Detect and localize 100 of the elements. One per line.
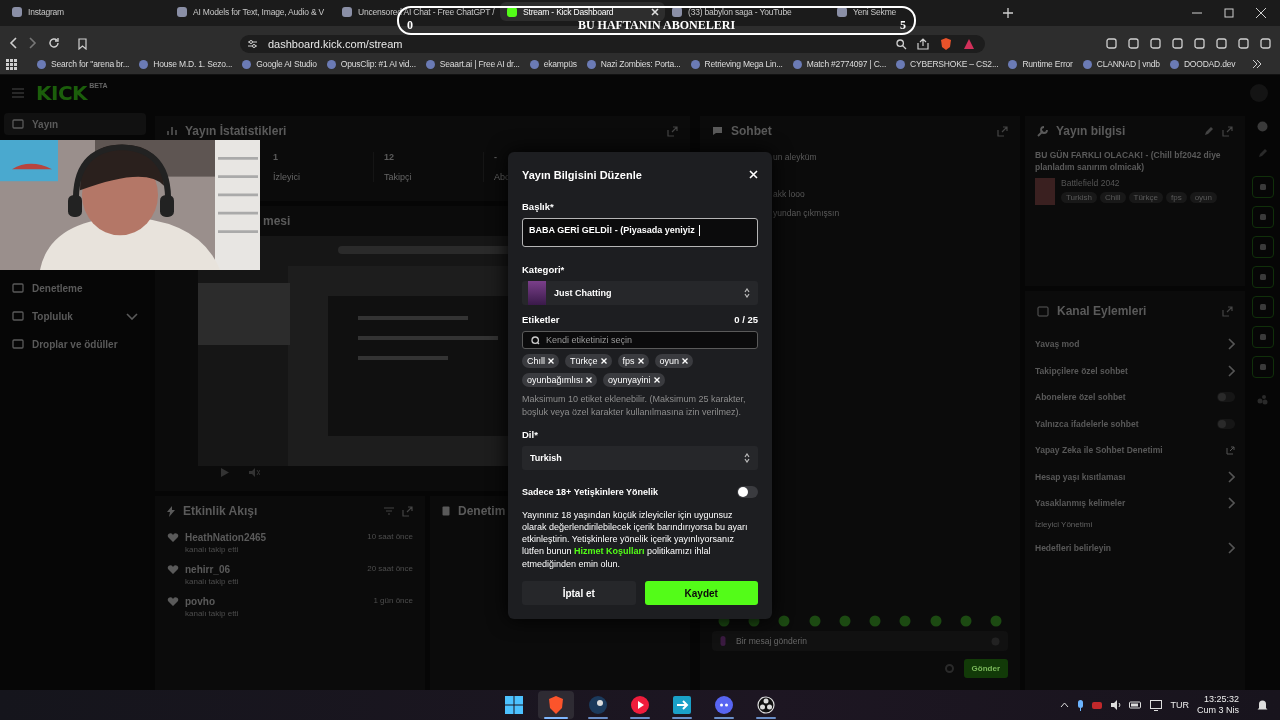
bookmark-link[interactable]: DOODAD.dev [1168, 58, 1236, 70]
panel-title: Yayın İstatistikleri [185, 124, 287, 138]
network-icon[interactable] [1150, 699, 1163, 711]
discord-icon [715, 696, 733, 714]
bookmark-link[interactable]: Seaart.ai | Free AI dr... [424, 58, 520, 70]
browser-tab[interactable]: (33) babylon saga - YouTube [665, 2, 830, 21]
save-button[interactable]: Kaydet [644, 581, 758, 605]
close-icon[interactable] [651, 7, 659, 16]
clock[interactable]: 13:25:32 Cum 3 Nis [1197, 694, 1239, 716]
bookmark-link[interactable]: House M.D. 1. Sezo... [138, 58, 233, 70]
chevron-down-icon[interactable] [126, 312, 138, 320]
notice-text: Yayınınız 18 yaşından küçük izleyiciler için uygunsuz olarak değerlendirilebilecek içerik barındırıyorsa bu ayarı etkinleştirin. Yetişkinlere yönelik içerik yayınlıyorsanız lütfen bunun Hizmet Koşulları politikamızı ihlal etmediğinden emin olun. [522, 508, 749, 570]
chevron-right-icon [1227, 364, 1235, 377]
title-field[interactable]: BABA GERİ GELDİ! - (Piyasada yeniyiz [522, 217, 758, 248]
forward-icon[interactable] [28, 37, 38, 49]
site-icon [528, 58, 540, 70]
category-select[interactable]: Just Chatting [522, 281, 758, 306]
remove-icon[interactable] [586, 376, 593, 383]
site-icon [895, 58, 907, 70]
tag-search-field[interactable]: Kendi etiketinizi seçin [522, 331, 758, 349]
chevron-up-icon[interactable] [1060, 702, 1070, 708]
toggle-switch[interactable] [737, 485, 758, 498]
panel-title: Denetim [458, 504, 506, 518]
bookmark-link[interactable]: Match #2774097 | C... [791, 58, 887, 70]
emote-icon [808, 615, 821, 627]
cancel-button[interactable]: İptal et [522, 581, 636, 605]
reload-icon[interactable] [48, 37, 60, 49]
toggle-switch[interactable] [1217, 392, 1235, 403]
mic-icon [720, 636, 726, 646]
bookmark-link[interactable]: Retrieving Mega Lin... [689, 58, 783, 70]
emote-icon [778, 615, 791, 627]
new-tab-icon[interactable] [1003, 8, 1013, 18]
panel-title: Sohbet [731, 124, 772, 138]
bookmark-link[interactable]: Search for "arena br... [36, 58, 130, 70]
chat-message: yundan çıkmışsın [772, 208, 841, 220]
toggle-switch[interactable] [1217, 418, 1235, 429]
taskbar-app[interactable] [538, 691, 574, 719]
tray-app-icon[interactable] [1092, 700, 1103, 710]
remove-icon[interactable] [682, 357, 689, 364]
tag-chip[interactable]: oyun [654, 353, 694, 368]
apps-grid-icon[interactable] [6, 58, 17, 70]
send-button[interactable]: Gönder [963, 659, 1008, 678]
emote-icon [869, 615, 882, 627]
tag-chip[interactable]: Türkçe [565, 353, 612, 368]
overlay-count: 5 [900, 20, 906, 30]
back-icon[interactable] [8, 37, 18, 49]
site-icon [791, 58, 803, 70]
bookmark-link[interactable]: Google AI Studio [241, 58, 317, 70]
site-icon [325, 58, 337, 70]
steam-icon [589, 696, 607, 714]
site-icon [836, 5, 848, 18]
tag-chip[interactable]: oyunbağımlısı [522, 372, 598, 387]
tag-chip[interactable]: Chıll [522, 353, 559, 368]
input-language[interactable]: TUR [1170, 700, 1189, 710]
tag-chip[interactable]: oyunyayini [603, 372, 665, 387]
site-icon [341, 5, 353, 18]
shield-icon[interactable] [939, 37, 953, 51]
browser-tab[interactable]: Yeni Sekme [830, 2, 995, 21]
bell-icon[interactable] [1257, 699, 1268, 711]
terms-link[interactable]: Hizmet Koşulları [574, 546, 645, 557]
share-icon[interactable] [917, 38, 929, 50]
site-icon [176, 5, 188, 18]
browser-tab[interactable]: AI Models for Text, Image, Audio & V [170, 2, 335, 21]
chevron-right-icon [1227, 497, 1235, 510]
bookmark-link[interactable]: CLANNAD | vndb [1081, 58, 1160, 70]
lion-shield-icon [548, 696, 564, 714]
site-icon [585, 58, 597, 70]
speaker-icon[interactable] [1110, 700, 1122, 710]
triangle-icon[interactable] [963, 38, 975, 50]
setting-label: Yalnızca ifadelerle sohbet [1035, 418, 1139, 429]
tag-chip[interactable]: fps [617, 353, 649, 368]
remove-icon[interactable] [548, 357, 554, 364]
bookmark-link[interactable]: Runtime Error [1007, 58, 1073, 70]
more-bookmarks-icon[interactable] [1252, 59, 1262, 69]
sort-arrows-icon [744, 288, 750, 299]
emote-icon [899, 615, 912, 627]
remove-icon[interactable] [653, 376, 660, 383]
bookmark-link[interactable]: CYBERSHOKE – CS2... [895, 58, 999, 70]
emote-icon [929, 615, 942, 627]
overlay-title: BU HAFTANIN ABONELERI [577, 20, 736, 30]
site-settings-icon[interactable] [247, 39, 258, 49]
language-select[interactable]: Turkish [522, 445, 758, 470]
bookmark-link[interactable]: Nazi Zombies: Porta... [585, 58, 681, 70]
battery-icon[interactable] [1129, 700, 1143, 710]
site-icon [506, 5, 518, 18]
remove-icon[interactable] [637, 357, 644, 364]
close-icon[interactable] [1256, 8, 1266, 18]
browser-tab[interactable]: Instagram [5, 2, 170, 21]
mic-icon[interactable] [1077, 699, 1085, 711]
remove-icon[interactable] [600, 357, 607, 364]
emote-icon [838, 615, 851, 627]
bookmark-link[interactable]: OpusClip: #1 AI vid... [325, 58, 416, 70]
chat-bubble-icon [712, 126, 723, 136]
field-label: Kategori* [522, 264, 566, 276]
maximize-icon[interactable] [1224, 8, 1234, 18]
site-icon [1007, 58, 1019, 70]
browser-tab[interactable]: Uncensored AI Chat - Free ChatGPT / [335, 2, 500, 21]
search-icon [531, 335, 540, 345]
bookmark-link[interactable]: ekampüs [528, 58, 577, 70]
bookmark-icon[interactable] [78, 38, 87, 50]
